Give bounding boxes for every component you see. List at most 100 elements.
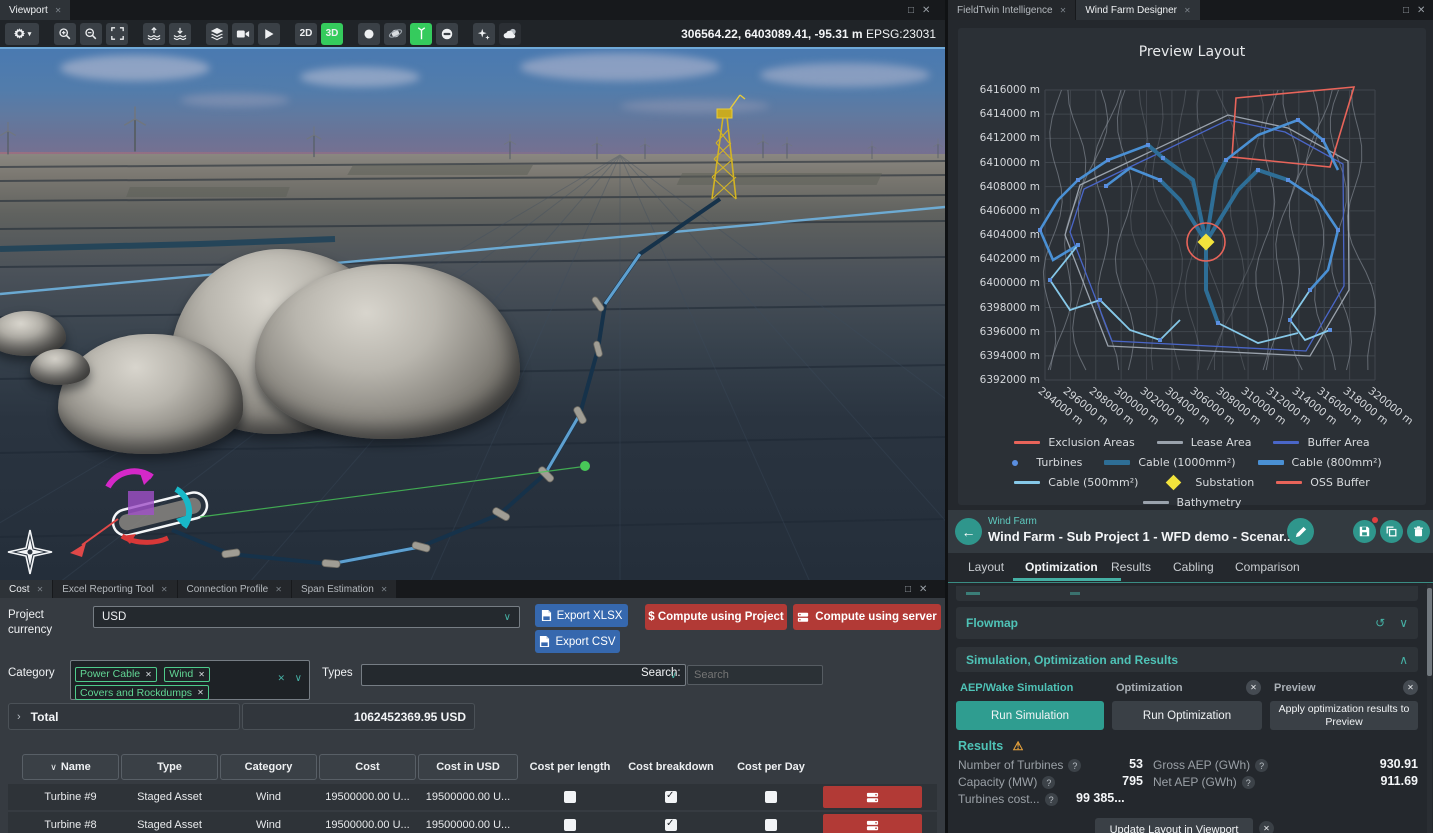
tab-layout[interactable]: Layout — [968, 560, 1004, 574]
close-icon[interactable]: ✕ — [919, 584, 927, 595]
play-button[interactable] — [258, 23, 280, 45]
remove-tag-icon[interactable]: ✕ — [197, 688, 204, 697]
tab-span-estimation[interactable]: Span Estimation✕ — [292, 580, 398, 598]
mode-3d-button[interactable]: 3D — [321, 23, 343, 45]
orbit-view-button[interactable] — [384, 23, 406, 45]
effects-button[interactable] — [473, 23, 495, 45]
remove-tag-icon[interactable]: ✕ — [198, 670, 205, 679]
edit-button[interactable] — [1287, 518, 1314, 545]
delete-button[interactable] — [1407, 520, 1430, 543]
table-row[interactable]: Turbine #9 Staged Asset Wind 19500000.00… — [8, 784, 937, 810]
help-icon[interactable]: ? — [1045, 793, 1058, 806]
run-simulation-button[interactable]: Run Simulation — [956, 701, 1104, 730]
save-button[interactable] — [1353, 520, 1376, 543]
row-server-button[interactable] — [823, 786, 922, 808]
col-header-cost[interactable]: Cost — [319, 754, 416, 780]
chevron-down-icon[interactable]: ∨ — [295, 673, 302, 684]
help-icon[interactable]: ? — [1255, 759, 1268, 772]
compute-using-server-button[interactable]: Compute using server — [793, 604, 941, 630]
clipped-section-bar[interactable] — [956, 586, 1418, 601]
tab-connection-profile[interactable]: Connection Profile✕ — [178, 580, 292, 598]
tab-results[interactable]: Results — [1111, 560, 1151, 574]
help-icon[interactable]: ? — [1042, 776, 1055, 789]
panel-scrollbar[interactable] — [1427, 584, 1432, 833]
simulation-section[interactable]: Simulation, Optimization and Results ∧ — [956, 647, 1418, 672]
export-csv-button[interactable]: Export CSV — [535, 630, 620, 653]
record-button[interactable] — [436, 23, 458, 45]
close-optimization-icon[interactable]: ✕ — [1246, 680, 1261, 695]
sort-desc-icon[interactable]: ∨ — [50, 762, 57, 773]
search-input[interactable] — [687, 665, 823, 685]
cost-per-day-checkbox[interactable] — [765, 791, 777, 803]
run-optimization-button[interactable]: Run Optimization — [1112, 701, 1262, 730]
flowmap-section[interactable]: Flowmap ↺∨ — [956, 607, 1418, 639]
mode-2d-button[interactable]: 2D — [295, 23, 317, 45]
expand-chevron-icon[interactable]: › — [17, 711, 21, 723]
close-icon[interactable]: ✕ — [1417, 5, 1425, 16]
col-header-cost-in-usd[interactable]: Cost in USD — [418, 754, 518, 780]
reset-icon[interactable]: ↺ — [1375, 616, 1385, 630]
restore-icon[interactable]: □ — [905, 584, 911, 595]
tab-cost[interactable]: Cost✕ — [0, 580, 53, 598]
close-icon[interactable]: ✕ — [55, 6, 62, 15]
close-icon[interactable]: ✕ — [275, 585, 282, 594]
cost-per-length-checkbox[interactable] — [564, 819, 576, 831]
viewport-3d-scene[interactable] — [0, 47, 945, 580]
cost-breakdown-checkbox[interactable] — [665, 819, 677, 831]
chevron-down-icon[interactable]: ∨ — [1399, 616, 1408, 630]
tab-wind-farm-designer[interactable]: Wind Farm Designer✕ — [1076, 0, 1200, 20]
close-update-layout-icon[interactable]: ✕ — [1259, 821, 1274, 833]
compute-using-project-button[interactable]: $ Compute using Project — [645, 604, 787, 630]
remove-tag-icon[interactable]: ✕ — [145, 670, 152, 679]
restore-icon[interactable]: □ — [1403, 5, 1409, 16]
chevron-up-icon[interactable]: ∧ — [1399, 653, 1408, 667]
anemometer-button[interactable] — [410, 23, 432, 45]
duplicate-button[interactable] — [1380, 520, 1403, 543]
tab-fieldtwin-intelligence[interactable]: FieldTwin Intelligence✕ — [948, 0, 1076, 20]
shaded-sphere-button[interactable] — [358, 23, 380, 45]
tab-comparison[interactable]: Comparison — [1235, 560, 1300, 574]
raise-to-surface-button[interactable] — [143, 23, 165, 45]
restore-icon[interactable]: □ — [908, 5, 914, 16]
col-header-category[interactable]: Category — [220, 754, 317, 780]
layers-button[interactable] — [206, 23, 228, 45]
export-xlsx-button[interactable]: Export XLSX — [535, 604, 628, 627]
col-header-type[interactable]: Type — [121, 754, 218, 780]
tab-cabling[interactable]: Cabling — [1173, 560, 1214, 574]
close-preview-icon[interactable]: ✕ — [1403, 680, 1418, 695]
category-multiselect[interactable]: Power Cable✕ Wind✕ Covers and Rockdumps✕… — [70, 660, 310, 700]
weather-button[interactable] — [499, 23, 521, 45]
zoom-in-button[interactable] — [54, 23, 76, 45]
cost-breakdown-checkbox[interactable] — [665, 791, 677, 803]
tab-viewport[interactable]: Viewport ✕ — [0, 0, 71, 20]
rock-boulder[interactable] — [30, 349, 90, 385]
category-tag-wind[interactable]: Wind✕ — [164, 667, 210, 682]
close-icon[interactable]: ✕ — [381, 585, 388, 594]
camera-button[interactable] — [232, 23, 254, 45]
close-icon[interactable]: ✕ — [1184, 6, 1191, 15]
close-icon[interactable]: ✕ — [1060, 6, 1067, 15]
apply-optimization-button[interactable]: Apply optimization results to Preview — [1270, 701, 1418, 730]
close-icon[interactable]: ✕ — [37, 585, 44, 594]
category-tag-power-cable[interactable]: Power Cable✕ — [75, 667, 157, 682]
lower-to-seabed-button[interactable] — [169, 23, 191, 45]
tab-optimization[interactable]: Optimization — [1025, 560, 1098, 574]
close-icon[interactable]: ✕ — [161, 585, 168, 594]
scrollbar-thumb[interactable] — [1427, 588, 1432, 676]
close-icon[interactable]: ✕ — [922, 5, 930, 16]
types-select[interactable]: ∨ — [361, 664, 686, 686]
cost-per-length-checkbox[interactable] — [564, 791, 576, 803]
settings-gear-button[interactable]: ▾ — [5, 23, 39, 45]
fit-view-button[interactable] — [106, 23, 128, 45]
clear-all-icon[interactable]: ✕ — [277, 673, 285, 684]
cost-per-day-checkbox[interactable] — [765, 819, 777, 831]
total-row-header[interactable]: › Total — [8, 703, 240, 730]
help-icon[interactable]: ? — [1242, 776, 1255, 789]
row-server-button[interactable] — [823, 814, 922, 833]
update-layout-button[interactable]: Update Layout in Viewport — [1095, 818, 1253, 833]
category-tag-covers-rockdumps[interactable]: Covers and Rockdumps✕ — [75, 685, 209, 700]
zoom-out-button[interactable] — [80, 23, 102, 45]
tab-excel-reporting-tool[interactable]: Excel Reporting Tool✕ — [53, 580, 177, 598]
currency-select[interactable]: USD ∨ — [93, 606, 520, 628]
col-header-name[interactable]: ∨ Name — [22, 754, 119, 780]
